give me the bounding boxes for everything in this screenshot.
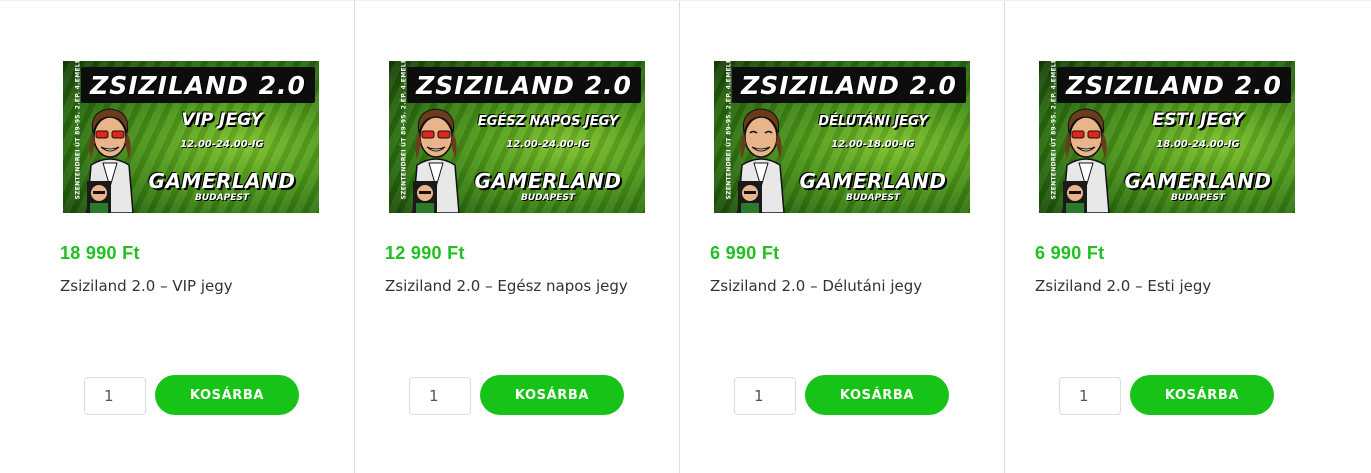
banner-hours: 18.00-24.00-IG [1156, 139, 1240, 150]
banner-brand: GAMERLAND [474, 169, 622, 193]
product-price: 12 990 Ft [385, 243, 465, 263]
add-to-cart-button[interactable]: KOSÁRBA [805, 375, 949, 415]
banner-ticket-type: DÉLUTÁNI JEGY [818, 114, 928, 129]
banner-brand: GAMERLAND [1124, 169, 1272, 193]
banner-city: BUDAPEST [1171, 193, 1225, 203]
banner-brand: GAMERLAND [148, 169, 296, 193]
product-card: SZENTENDREI ÚT 89-95. 2.ÉP. 4.EMELET ZSI… [1004, 1, 1329, 473]
kid-illustration [413, 181, 437, 213]
product-name[interactable]: Zsiziland 2.0 – VIP jegy [60, 277, 233, 295]
product-card: SZENTENDREI ÚT 89-95. 2.ÉP. 4.EMELET ZSI… [0, 1, 354, 473]
kid-illustration [738, 181, 762, 213]
banner-ticket-type: ESTI JEGY [1152, 110, 1244, 130]
product-grid-page: SZENTENDREI ÚT 89-95. 2.ÉP. 4.EMELET ZSI… [0, 0, 1371, 473]
product-name[interactable]: Zsiziland 2.0 – Esti jegy [1035, 277, 1211, 295]
banner-city: BUDAPEST [846, 193, 900, 203]
banner-title: ZSIZILAND 2.0 [407, 67, 641, 103]
product-price: 18 990 Ft [60, 243, 140, 263]
product-image[interactable]: SZENTENDREI ÚT 89-95. 2.ÉP. 4.EMELET ZSI… [389, 61, 645, 213]
banner-title: ZSIZILAND 2.0 [1057, 67, 1291, 103]
banner-title: ZSIZILAND 2.0 [732, 67, 966, 103]
quantity-input[interactable] [734, 377, 796, 415]
product-image[interactable]: SZENTENDREI ÚT 89-95. 2.ÉP. 4.EMELET ZSI… [714, 61, 970, 213]
quantity-input[interactable] [84, 377, 146, 415]
quantity-input[interactable] [1059, 377, 1121, 415]
banner-city: BUDAPEST [521, 193, 575, 203]
kid-illustration [1063, 181, 1087, 213]
banner-ticket-type: EGÉSZ NAPOS JEGY [477, 114, 619, 129]
product-price: 6 990 Ft [710, 243, 780, 263]
banner-hours: 12.00-24.00-IG [180, 139, 264, 150]
kid-illustration [87, 181, 111, 213]
add-to-cart-button[interactable]: KOSÁRBA [480, 375, 624, 415]
add-to-cart-button[interactable]: KOSÁRBA [1130, 375, 1274, 415]
product-card: SZENTENDREI ÚT 89-95. 2.ÉP. 4.EMELET ZSI… [354, 1, 679, 473]
banner-hours: 12.00-18.00-IG [831, 139, 915, 150]
product-name[interactable]: Zsiziland 2.0 – Délutáni jegy [710, 277, 922, 295]
banner-brand: GAMERLAND [799, 169, 947, 193]
add-to-cart-button[interactable]: KOSÁRBA [155, 375, 299, 415]
banner-hours: 12.00-24.00-IG [506, 139, 590, 150]
banner-ticket-type: VIP JEGY [181, 110, 263, 130]
product-grid: SZENTENDREI ÚT 89-95. 2.ÉP. 4.EMELET ZSI… [0, 1, 1371, 473]
product-card: SZENTENDREI ÚT 89-95. 2.ÉP. 4.EMELET ZSI… [679, 1, 1004, 473]
quantity-input[interactable] [409, 377, 471, 415]
product-image[interactable]: SZENTENDREI ÚT 89-95. 2.ÉP. 4.EMELET ZSI… [63, 61, 319, 213]
product-image[interactable]: SZENTENDREI ÚT 89-95. 2.ÉP. 4.EMELET ZSI… [1039, 61, 1295, 213]
banner-title: ZSIZILAND 2.0 [81, 67, 315, 103]
product-price: 6 990 Ft [1035, 243, 1105, 263]
product-name[interactable]: Zsiziland 2.0 – Egész napos jegy [385, 277, 628, 295]
banner-city: BUDAPEST [195, 193, 249, 203]
